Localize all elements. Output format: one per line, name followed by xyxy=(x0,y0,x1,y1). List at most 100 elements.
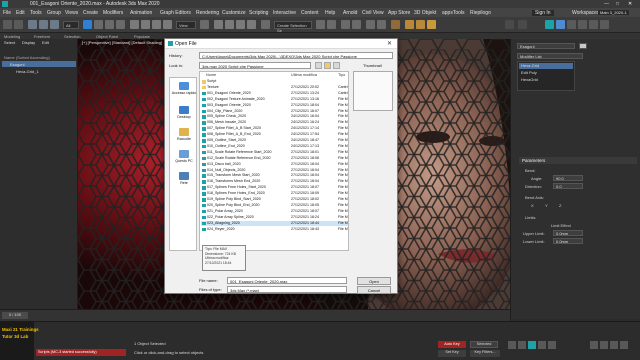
time-slider[interactable]: 0 / 100 xyxy=(0,309,510,321)
file-row[interactable]: 010_Outline_End_2020 24/12/2021 17:13 File… xyxy=(201,144,348,150)
scene-item-hexa-grid[interactable]: Hexa-Grid_1 xyxy=(2,68,76,74)
select-object-icon[interactable] xyxy=(83,20,92,29)
look-in-select[interactable]: 3ds max 2020 Script che Passione xyxy=(199,62,311,69)
place-quick-access[interactable]: Accesso rapido xyxy=(170,82,198,95)
hierarchy-panel-icon[interactable] xyxy=(567,20,576,29)
cancel-button[interactable]: Cancel xyxy=(357,286,391,294)
limit-effect-checkbox[interactable]: Limit Effect xyxy=(551,223,571,228)
column-type[interactable]: Tipo xyxy=(338,73,345,77)
menu-graph-editors[interactable]: Graph Editors xyxy=(160,10,191,16)
utilities-panel-icon[interactable] xyxy=(600,20,609,29)
view-menu-icon[interactable] xyxy=(333,62,340,69)
next-frame-icon[interactable] xyxy=(538,341,546,349)
workspaces-select[interactable]: Main 3_2020-1 xyxy=(598,10,629,15)
pivot-center-icon[interactable] xyxy=(200,20,209,29)
time-slider-handle[interactable]: 0 / 100 xyxy=(2,312,28,319)
orbit-icon[interactable] xyxy=(610,341,618,349)
create-panel-icon[interactable] xyxy=(545,20,554,29)
file-row[interactable]: 009_Outline_Start_2020 24/12/2021 18:47 Fi… xyxy=(201,138,348,144)
menu-tools[interactable]: Tools xyxy=(30,10,42,16)
up-one-level-icon[interactable] xyxy=(315,62,322,69)
previous-frame-icon[interactable] xyxy=(518,341,526,349)
select-by-name-icon[interactable] xyxy=(94,20,103,29)
menu-help[interactable]: Help xyxy=(325,10,335,16)
render-production-icon[interactable] xyxy=(427,20,436,29)
file-row[interactable]: 001_Esagoni Oriente_2020 27/12/2021 13:24… xyxy=(201,91,348,97)
file-row[interactable]: 011_Scale Rotate Reference Start_2020 27/… xyxy=(201,150,348,156)
menu-views[interactable]: Views xyxy=(65,10,78,16)
file-row[interactable]: 013_Disco ball_2020 27/12/2021 18:04 File … xyxy=(201,162,348,168)
place-this-pc[interactable]: Questo PC xyxy=(170,150,198,163)
snaps-toggle-icon[interactable] xyxy=(214,20,223,29)
menu-3d-objekt[interactable]: 3D Objekt xyxy=(414,10,436,16)
layer-explorer-icon[interactable] xyxy=(341,20,350,29)
file-row[interactable]: Texture 27/12/2021 20:02 Cartel xyxy=(201,85,348,91)
file-row[interactable]: 014_Null_Objects_2020 27/12/2021 18:04 Fil… xyxy=(201,168,348,174)
maximize-icon[interactable]: □ xyxy=(616,1,624,7)
maximize-viewport-icon[interactable] xyxy=(620,341,628,349)
stack-item-hexagrid-base[interactable]: HexaGrid xyxy=(519,77,573,83)
angle-spinner[interactable]: 90.0 xyxy=(553,175,583,181)
undo-icon[interactable] xyxy=(3,20,12,29)
file-row[interactable]: 007_Spline Fillet_A_B Start_2020 24/12/20… xyxy=(201,126,348,132)
menu-modifiers[interactable]: Modifiers xyxy=(103,10,123,16)
menu-civil-view[interactable]: Civil View xyxy=(362,10,384,16)
file-row[interactable]: 006_Mesh Inscale_2020 24/12/2021 16:24 Fil… xyxy=(201,120,348,126)
sign-in-button[interactable]: Sign In xyxy=(532,10,554,16)
stack-item-hexa-grid[interactable]: Hexa-Grid xyxy=(519,63,573,69)
maxscript-listener[interactable]: Scripts (MC-3 started successfully) xyxy=(36,349,126,356)
named-selection-icon[interactable] xyxy=(261,20,270,29)
selection-filter-select[interactable]: All xyxy=(63,21,79,29)
file-row[interactable]: 019_Spline Poly Bind_Start_2020 27/12/202… xyxy=(201,197,348,203)
redo-icon[interactable] xyxy=(14,20,23,29)
menu-app-store[interactable]: App Store xyxy=(388,10,410,16)
align-icon[interactable] xyxy=(327,20,336,29)
place-libraries[interactable]: Raccolte xyxy=(170,128,198,141)
rendered-frame-window-icon[interactable] xyxy=(416,20,425,29)
menu-file[interactable]: File xyxy=(3,10,11,16)
project-folder-icon[interactable] xyxy=(505,20,514,29)
angle-snap-icon[interactable] xyxy=(225,20,234,29)
menu-group[interactable]: Group xyxy=(47,10,61,16)
new-folder-icon[interactable] xyxy=(324,62,331,69)
scale-icon[interactable] xyxy=(152,20,161,29)
scene-column-header[interactable]: Name (Sorted Ascending) xyxy=(2,54,76,60)
move-icon[interactable] xyxy=(130,20,139,29)
menu-rendering[interactable]: Rendering xyxy=(196,10,219,16)
unlink-icon[interactable] xyxy=(39,20,48,29)
pan-view-icon[interactable] xyxy=(600,341,608,349)
close-icon[interactable]: ✕ xyxy=(628,1,636,7)
key-mode-select[interactable]: Selected xyxy=(470,341,498,348)
axis-y-radio[interactable]: Y xyxy=(545,203,548,208)
modifier-list-select[interactable]: Modifier List xyxy=(517,53,583,59)
toggle-ribbon-icon[interactable] xyxy=(352,20,361,29)
menu-edit[interactable]: Edit xyxy=(16,10,25,16)
column-name[interactable]: Nome xyxy=(206,73,216,77)
file-row[interactable]: 012_Scale Rotate Reference End_2020 27/12… xyxy=(201,156,348,162)
menu-interactive[interactable]: Interactive xyxy=(273,10,296,16)
set-key-button[interactable]: Set Key xyxy=(438,350,466,357)
file-row[interactable]: 016_Transforms Mesh End_2020 27/12/2021 1… xyxy=(201,179,348,185)
rotate-icon[interactable] xyxy=(141,20,150,29)
menu-appstools[interactable]: appsTools xyxy=(442,10,465,16)
open-button[interactable]: Open xyxy=(357,277,391,285)
history-select[interactable]: C:\Users\laura\Documents\3ds Max 2020\..… xyxy=(199,52,393,59)
menu-riepilogo[interactable]: Riepilogo xyxy=(470,10,491,16)
menu-content[interactable]: Content xyxy=(301,10,319,16)
viewport-label[interactable]: [+] [Perspective] [Standard] [Default Sh… xyxy=(82,40,162,45)
files-of-type-select[interactable]: 3ds Max (*.max) xyxy=(227,286,347,293)
file-row[interactable]: 021_Polar Array_2020 27/12/2021 18:07 File… xyxy=(201,209,348,215)
file-row[interactable]: 004_Clip_Plane_2020 27/12/2021 16:07 File … xyxy=(201,109,348,115)
object-name-field[interactable]: Esagoni xyxy=(517,43,575,49)
lower-limit-spinner[interactable]: 0.0mm xyxy=(553,238,583,244)
placement-icon[interactable] xyxy=(163,20,172,29)
menu-animation[interactable]: Animation xyxy=(130,10,152,16)
place-network[interactable]: Rete xyxy=(170,172,198,185)
auto-key-button[interactable]: Auto Key xyxy=(438,341,466,348)
axis-z-radio[interactable]: Z xyxy=(559,203,561,208)
column-modified[interactable]: Ultima modifica xyxy=(291,73,317,77)
file-row[interactable]: 003_Esagoni Oriente_2020 27/12/2021 18:04… xyxy=(201,103,348,109)
minimize-icon[interactable]: — xyxy=(604,1,612,7)
window-crossing-icon[interactable] xyxy=(116,20,125,29)
menu-scripting[interactable]: Scripting xyxy=(249,10,268,16)
